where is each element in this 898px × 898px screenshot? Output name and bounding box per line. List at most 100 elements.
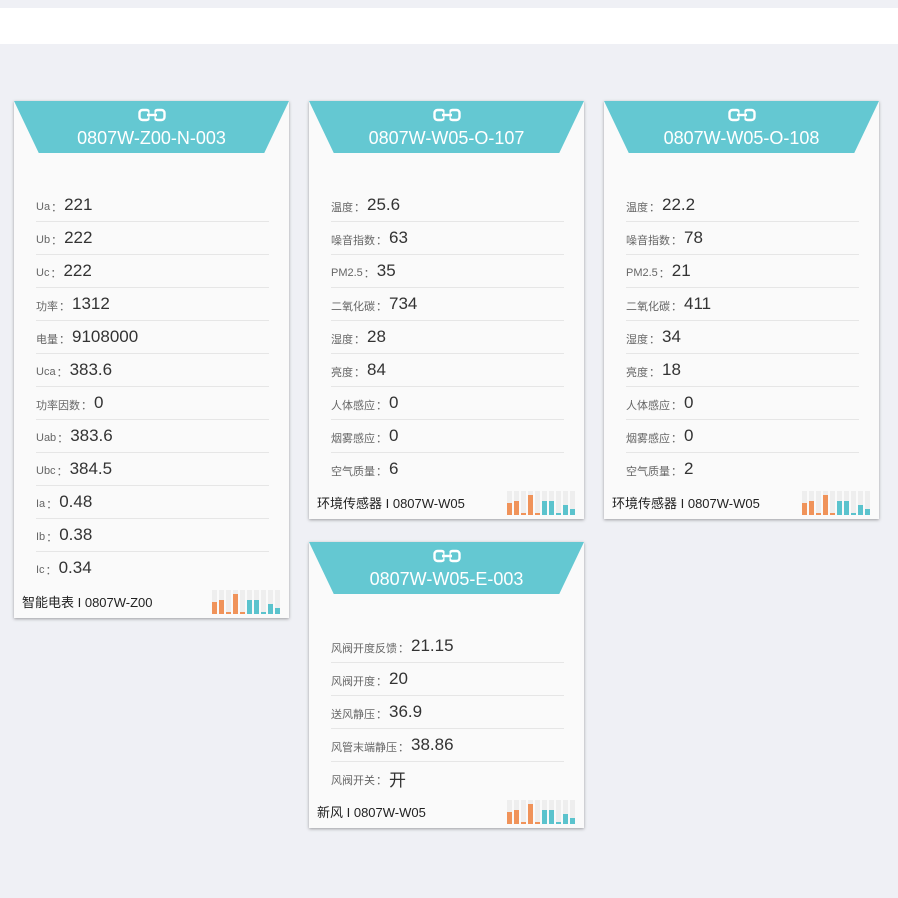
reading-row: 亮度 ： 84 (331, 354, 564, 387)
link-icon (727, 108, 756, 122)
reading-colon: ： (671, 433, 682, 445)
reading-colon: ： (45, 565, 57, 577)
reading-row: Ic ： 0.34 (36, 552, 269, 584)
reading-value: 34 (662, 327, 681, 346)
reading-row: 亮度 ： 18 (626, 354, 859, 387)
reading-label: PM2.5 (626, 267, 658, 279)
reading-label: 风阀开度 (331, 676, 375, 688)
reading-label: 亮度 (331, 367, 353, 379)
reading-label: Ic (36, 564, 45, 576)
device-card[interactable]: 0807W-Z00-N-003 Ua ： 221 Ub ： 222 Uc ： 2… (14, 101, 289, 618)
link-icon (137, 108, 166, 122)
device-type-label: 环境传感器 I 0807W-W05 (612, 495, 760, 511)
reading-value: 0 (389, 426, 399, 445)
reading-label: 电量 (36, 334, 58, 346)
reading-colon: ： (46, 532, 58, 544)
reading-label: 二氧化碳 (331, 301, 375, 313)
reading-row: 温度 ： 25.6 (331, 189, 564, 222)
reading-colon: ： (376, 301, 387, 313)
reading-colon: ： (658, 268, 670, 280)
reading-row: 烟雾感应 ： 0 (626, 420, 859, 453)
reading-value: 63 (389, 228, 408, 247)
reading-value: 25.6 (367, 195, 401, 214)
reading-row: 送风静压 ： 36.9 (331, 696, 564, 729)
reading-row: PM2.5 ： 35 (331, 255, 564, 288)
reading-colon: ： (376, 235, 387, 247)
bar-chart-icon[interactable] (506, 489, 576, 517)
reading-value: 36.9 (389, 702, 423, 721)
reading-label: 亮度 (626, 367, 648, 379)
device-id-title: 0807W-Z00-N-003 (77, 128, 226, 148)
reading-colon: ： (649, 334, 660, 346)
reading-value: 38.86 (411, 735, 454, 754)
bar-chart-icon[interactable] (211, 588, 281, 616)
reading-label: Uab (36, 432, 57, 444)
reading-row: 人体感应 ： 0 (331, 387, 564, 420)
reading-colon: ： (56, 367, 68, 379)
reading-value: 0.34 (58, 558, 92, 577)
reading-label: 人体感应 (626, 400, 670, 412)
reading-label: Uc (36, 267, 50, 279)
reading-label: 烟雾感应 (331, 433, 375, 445)
reading-value: 1312 (72, 294, 110, 313)
card-header: 0807W-Z00-N-003 (14, 101, 289, 153)
reading-colon: ： (363, 268, 375, 280)
reading-colon: ： (56, 466, 68, 478)
reading-colon: ： (671, 400, 682, 412)
reading-label: 功率因数 (36, 400, 80, 412)
device-id-title: 0807W-W05-O-108 (663, 128, 820, 148)
reading-colon: ： (57, 433, 69, 445)
reading-label: 人体感应 (331, 400, 375, 412)
reading-row: Ub ： 222 (36, 222, 269, 255)
reading-row: Ubc ： 384.5 (36, 453, 269, 486)
bar-chart-icon[interactable] (506, 798, 576, 826)
card-header: 0807W-W05-E-003 (309, 542, 584, 594)
bar-chart-icon[interactable] (801, 489, 871, 517)
device-card[interactable]: 0807W-W05-O-107 温度 ： 25.6 噪音指数 ： 63 PM2.… (309, 101, 584, 519)
reading-row: PM2.5 ： 21 (626, 255, 859, 288)
reading-value: 22.2 (662, 195, 696, 214)
reading-value: 20 (389, 669, 408, 688)
reading-colon: ： (376, 466, 387, 478)
reading-label: 功率 (36, 301, 58, 313)
reading-value: 开 (389, 770, 406, 790)
reading-row: Ib ： 0.38 (36, 519, 269, 552)
reading-colon: ： (398, 643, 409, 655)
reading-value: 35 (376, 261, 396, 280)
reading-value: 84 (367, 360, 386, 379)
reading-row: 风阀开度 ： 20 (331, 663, 564, 696)
card-footer: 环境传感器 I 0807W-W05 (604, 485, 879, 519)
reading-row: Uca ： 383.6 (36, 354, 269, 387)
reading-row: 空气质量 ： 6 (331, 453, 564, 485)
reading-value: 2 (684, 459, 694, 478)
card-footer: 新风 I 0807W-W05 (309, 794, 584, 828)
card-footer: 智能电表 I 0807W-Z00 (14, 584, 289, 618)
reading-label: Ub (36, 234, 51, 246)
card-header: 0807W-W05-O-108 (604, 101, 879, 153)
reading-value: 6 (389, 459, 399, 478)
reading-label: Ia (36, 498, 46, 510)
reading-colon: ： (671, 301, 682, 313)
reading-row: 风阀开度反馈 ： 21.15 (331, 630, 564, 663)
device-card[interactable]: 0807W-W05-O-108 温度 ： 22.2 噪音指数 ： 78 PM2.… (604, 101, 879, 519)
card-footer: 环境传感器 I 0807W-W05 (309, 485, 584, 519)
reading-colon: ： (354, 334, 365, 346)
reading-label: Uca (36, 366, 56, 378)
device-id-title: 0807W-W05-E-003 (369, 569, 524, 589)
reading-colon: ： (376, 775, 387, 787)
reading-label: 温度 (331, 202, 353, 214)
top-bar (0, 8, 898, 44)
reading-label: 湿度 (331, 334, 353, 346)
reading-value: 384.5 (69, 459, 113, 478)
reading-value: 0 (684, 426, 694, 445)
reading-row: 人体感应 ： 0 (626, 387, 859, 420)
reading-label: 湿度 (626, 334, 648, 346)
device-card[interactable]: 0807W-W05-E-003 风阀开度反馈 ： 21.15 风阀开度 ： 20… (309, 542, 584, 828)
reading-list: Ua ： 221 Ub ： 222 Uc ： 222 功率 ： 1312 电量 … (14, 153, 289, 584)
reading-value: 411 (684, 294, 712, 313)
device-type-label: 环境传感器 I 0807W-W05 (317, 495, 465, 511)
reading-row: 二氧化碳 ： 411 (626, 288, 859, 321)
reading-label: 送风静压 (331, 709, 375, 721)
reading-value: 0 (389, 393, 399, 412)
reading-colon: ： (354, 367, 365, 379)
